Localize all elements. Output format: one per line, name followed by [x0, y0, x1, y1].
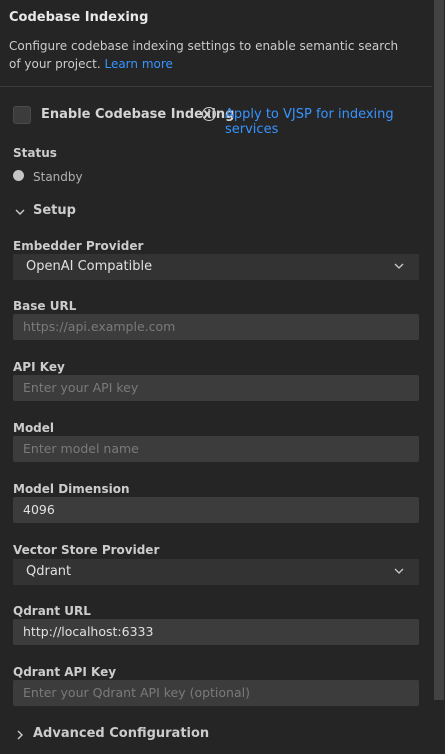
model-input[interactable]: Enter model name	[13, 436, 419, 462]
qdrant-api-key-input[interactable]: Enter your Qdrant API key (optional)	[13, 680, 419, 706]
enable-indexing-row: Enable Codebase Indexing i Apply to VJSP…	[13, 106, 433, 137]
model-dimension-input[interactable]: 4096	[13, 497, 419, 523]
status-dot-icon	[13, 170, 24, 181]
chevron-right-icon	[17, 730, 23, 740]
info-icon[interactable]: i	[202, 107, 216, 121]
embedder-provider-value: OpenAI Compatible	[26, 259, 153, 274]
api-key-input[interactable]: Enter your API key	[13, 375, 419, 401]
chevron-down-icon	[394, 263, 404, 269]
status-label: Status	[13, 146, 57, 160]
description-text: Configure codebase indexing settings to …	[9, 39, 399, 71]
status-value: Standby	[33, 170, 83, 184]
embedder-provider-label: Embedder Provider	[13, 239, 144, 253]
qdrant-api-key-label: Qdrant API Key	[13, 665, 117, 679]
scrollbar[interactable]	[434, 0, 444, 700]
setup-label: Setup	[33, 203, 76, 218]
base-url-input[interactable]: https://api.example.com	[13, 314, 419, 340]
embedder-provider-select[interactable]: OpenAI Compatible	[13, 254, 419, 280]
page-title: Codebase Indexing	[9, 10, 149, 25]
model-label: Model	[13, 421, 55, 435]
description: Configure codebase indexing settings to …	[9, 37, 409, 73]
vector-store-provider-label: Vector Store Provider	[13, 543, 160, 557]
advanced-configuration-label: Advanced Configuration	[33, 726, 210, 741]
vector-store-provider-select[interactable]: Qdrant	[13, 559, 419, 585]
learn-more-link[interactable]: Learn more	[104, 57, 172, 71]
base-url-label: Base URL	[13, 299, 77, 313]
qdrant-url-input[interactable]: http://localhost:6333	[13, 619, 419, 645]
chevron-down-icon	[394, 568, 404, 574]
header: Codebase Indexing Configure codebase ind…	[0, 0, 432, 87]
chevron-down-icon	[15, 209, 25, 215]
vector-store-provider-value: Qdrant	[26, 564, 72, 579]
model-dimension-label: Model Dimension	[13, 482, 130, 496]
apply-link[interactable]: Apply to VJSP for indexing services	[225, 107, 433, 137]
qdrant-url-label: Qdrant URL	[13, 604, 91, 618]
api-key-label: API Key	[13, 360, 65, 374]
enable-indexing-checkbox[interactable]	[13, 106, 31, 124]
